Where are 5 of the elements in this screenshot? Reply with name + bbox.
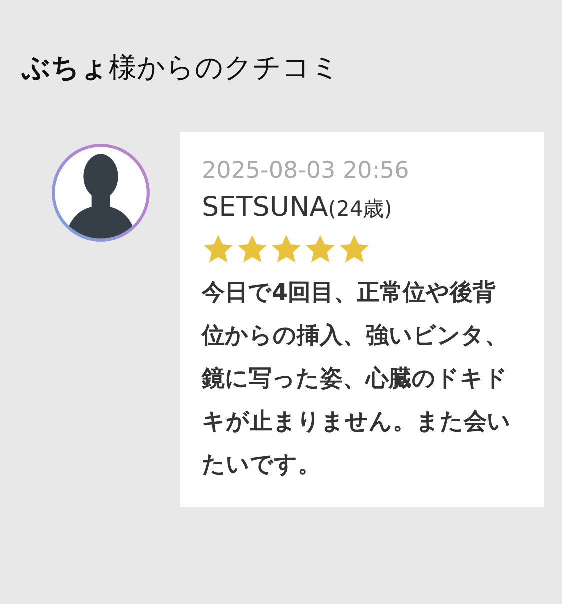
avatar-icon (50, 142, 152, 244)
review-date: 2025-08-03 20:56 (202, 157, 410, 186)
review-text: 今日で4回目、正常位や後背位からの挿入、強いビンタ、鏡に写った姿、心臓のドキドキが止まりません。また会いたいです。 (202, 279, 512, 480)
reviewer-name: SETSUNA(24歳) (202, 191, 394, 225)
page-title: ぶちょ様からのクチコミ (22, 50, 341, 86)
